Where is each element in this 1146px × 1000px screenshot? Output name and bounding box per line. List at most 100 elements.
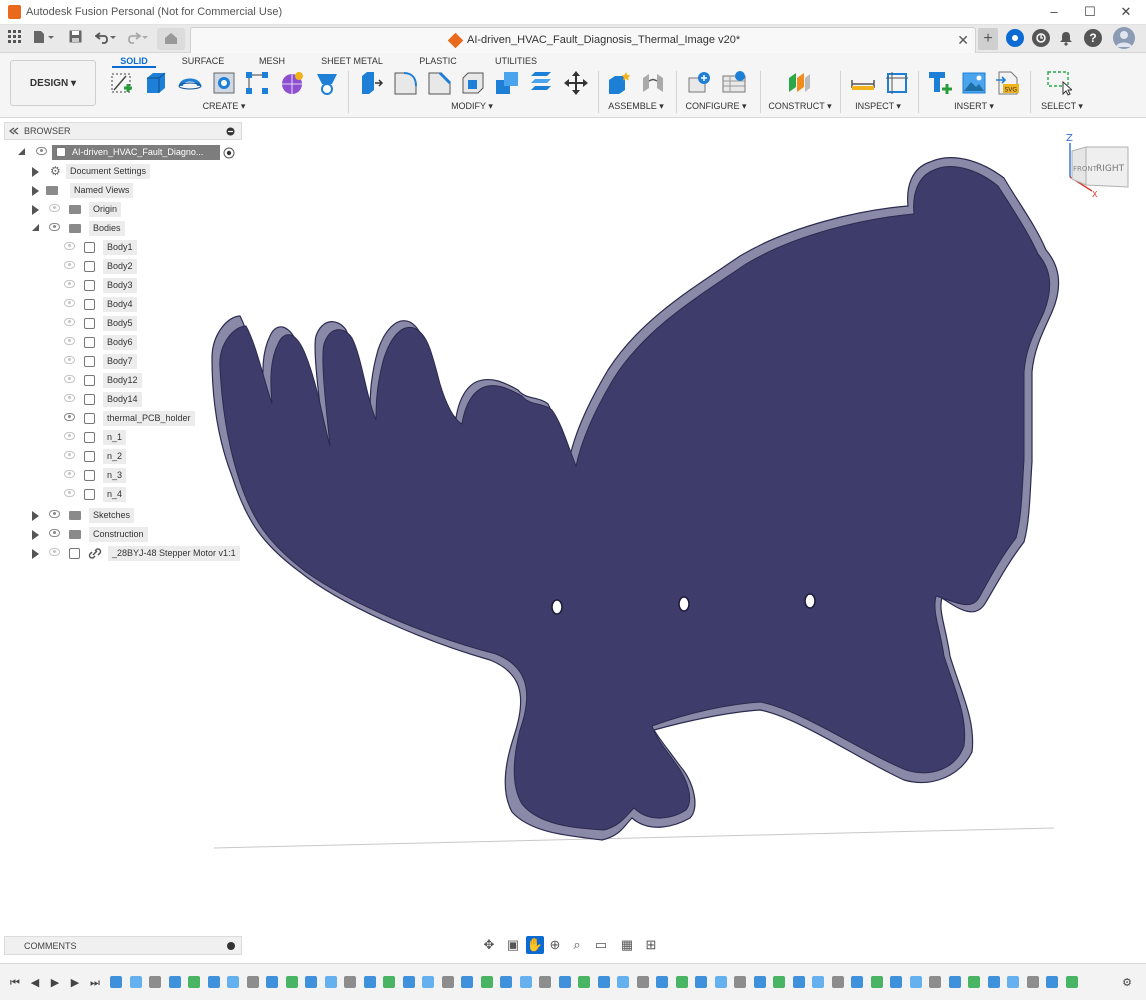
visibility-eye-icon[interactable] xyxy=(49,548,60,556)
extrude-icon[interactable] xyxy=(143,70,169,96)
create-group-label[interactable]: CREATE ▾ xyxy=(196,99,252,113)
browser-body-item[interactable]: Body2 xyxy=(62,259,242,276)
timeline-feature-icon[interactable] xyxy=(480,976,493,988)
timeline-feature-icon[interactable] xyxy=(344,976,356,988)
timeline-feature-icon[interactable] xyxy=(753,976,766,988)
comments-panel[interactable]: COMMENTS xyxy=(4,936,242,955)
timeline-feature-icon[interactable] xyxy=(402,976,415,988)
help-icon[interactable]: ? xyxy=(1084,29,1102,47)
browser-item-origin[interactable]: Origin xyxy=(30,202,230,219)
expand-triangle-icon[interactable] xyxy=(32,167,39,177)
timeline-feature-icon[interactable] xyxy=(909,976,922,988)
browser-body-item[interactable]: Body14 xyxy=(62,392,242,409)
select-group-label[interactable]: SELECT ▾ xyxy=(1036,99,1088,113)
timeline-feature-icon[interactable] xyxy=(519,976,532,988)
tab-surface[interactable]: SURFACE xyxy=(178,54,228,68)
collapse-triangle-icon[interactable] xyxy=(18,148,25,155)
visibility-eye-icon[interactable] xyxy=(49,204,60,212)
timeline-feature-icon[interactable] xyxy=(851,976,863,988)
shell-icon[interactable] xyxy=(460,70,486,96)
maximize-button[interactable]: ☐ xyxy=(1076,3,1104,21)
close-tab-button[interactable]: ✕ xyxy=(957,32,969,49)
viewports-icon[interactable]: ⊞ xyxy=(642,936,660,954)
expand-triangle-icon[interactable] xyxy=(32,511,39,521)
timeline-feature-icon[interactable] xyxy=(597,976,610,988)
home-icon[interactable] xyxy=(157,28,185,50)
timeline-feature-icon[interactable] xyxy=(578,976,590,988)
notifications-bell-icon[interactable] xyxy=(1057,29,1075,47)
timeline-feature-icon[interactable] xyxy=(636,976,649,988)
move-copy-icon[interactable] xyxy=(563,70,589,96)
browser-body-item[interactable]: Body4 xyxy=(62,297,242,314)
visibility-eye-icon[interactable] xyxy=(64,318,75,326)
inspect-group-label[interactable]: INSPECT ▾ xyxy=(850,99,906,113)
form-icon[interactable] xyxy=(279,70,305,96)
add-comment-icon[interactable] xyxy=(227,942,235,950)
chamfer-icon[interactable] xyxy=(426,70,452,96)
timeline-feature-icon[interactable] xyxy=(129,976,142,988)
timeline-feature-icon[interactable] xyxy=(168,976,181,988)
timeline-feature-icon[interactable] xyxy=(812,976,824,988)
visibility-eye-icon[interactable] xyxy=(36,147,47,155)
configure-table-icon[interactable] xyxy=(687,70,713,96)
timeline-feature-icon[interactable] xyxy=(500,976,512,988)
grid-settings-icon[interactable]: ▦ xyxy=(618,936,636,954)
user-avatar[interactable] xyxy=(1113,27,1135,49)
timeline-feature-icon[interactable] xyxy=(831,976,844,988)
timeline-feature-icon[interactable] xyxy=(324,976,337,988)
workspace-switcher[interactable]: DESIGN ▾ xyxy=(10,60,96,106)
browser-item-document-settings[interactable]: ⚙ Document Settings xyxy=(30,164,230,181)
timeline-feature-icon[interactable] xyxy=(110,976,122,988)
save-icon[interactable] xyxy=(66,30,84,48)
visibility-eye-icon[interactable] xyxy=(49,223,60,231)
expand-triangle-icon[interactable] xyxy=(32,205,39,215)
go-to-start-icon[interactable]: ⏮ xyxy=(8,976,22,990)
browser-body-item-visible[interactable]: thermal_PCB_holder xyxy=(62,411,242,428)
expand-triangle-icon[interactable] xyxy=(32,549,39,559)
press-pull-icon[interactable] xyxy=(358,70,384,96)
look-at-icon[interactable]: ▣ xyxy=(504,936,522,954)
browser-body-item[interactable]: Body5 xyxy=(62,316,242,333)
insert-derive-icon[interactable] xyxy=(927,70,953,96)
insert-group-label[interactable]: INSERT ▾ xyxy=(946,99,1002,113)
hole-icon[interactable] xyxy=(211,70,237,96)
browser-item-construction[interactable]: Construction xyxy=(30,527,230,544)
insert-svg-icon[interactable]: SVG xyxy=(995,70,1021,96)
timeline-feature-icon[interactable] xyxy=(207,976,220,988)
play-icon[interactable]: ▶ xyxy=(48,976,62,990)
pan-hand-icon[interactable]: ✋ xyxy=(526,936,544,954)
visibility-eye-icon[interactable] xyxy=(64,280,75,288)
fit-zoom-icon[interactable]: ⌕ xyxy=(568,936,586,954)
browser-body-item[interactable]: Body12 xyxy=(62,373,242,390)
browser-body-item[interactable]: Body3 xyxy=(62,278,242,295)
timeline-feature-icon[interactable] xyxy=(558,976,571,988)
visibility-eye-icon[interactable] xyxy=(64,242,75,250)
redo-icon[interactable] xyxy=(125,30,151,48)
visibility-eye-icon[interactable] xyxy=(64,432,75,440)
browser-body-item[interactable]: Body6 xyxy=(62,335,242,352)
extension-icon[interactable] xyxy=(1006,29,1024,47)
collapse-browser-icon[interactable] xyxy=(9,127,19,135)
timeline-feature-icon[interactable] xyxy=(305,976,317,988)
tab-sheet-metal[interactable]: SHEET METAL xyxy=(316,54,388,68)
timeline-feature-icon[interactable] xyxy=(890,976,902,988)
revolve-icon[interactable] xyxy=(177,70,203,96)
new-tab-button[interactable]: + xyxy=(978,28,998,50)
assemble-group-label[interactable]: ASSEMBLE ▾ xyxy=(604,99,668,113)
expand-triangle-icon[interactable] xyxy=(32,186,39,196)
timeline-feature-icon[interactable] xyxy=(149,976,161,988)
orbit-icon[interactable]: ✥ xyxy=(480,936,498,954)
timeline-feature-icon[interactable] xyxy=(1046,976,1058,988)
browser-body-item[interactable]: n_3 xyxy=(62,468,242,485)
timeline-feature-icon[interactable] xyxy=(617,976,629,988)
undo-icon[interactable] xyxy=(93,30,119,48)
step-forward-icon[interactable]: ▶ xyxy=(68,976,82,990)
minimize-button[interactable]: – xyxy=(1040,3,1068,21)
timeline-feature-icon[interactable] xyxy=(266,976,278,988)
visibility-eye-icon[interactable] xyxy=(64,261,75,269)
go-to-end-icon[interactable]: ⏭ xyxy=(88,976,102,990)
visibility-eye-icon[interactable] xyxy=(64,356,75,364)
new-component-icon[interactable] xyxy=(606,70,632,96)
browser-item-sketches[interactable]: Sketches xyxy=(30,508,230,525)
timeline-feature-icon[interactable] xyxy=(461,976,473,988)
